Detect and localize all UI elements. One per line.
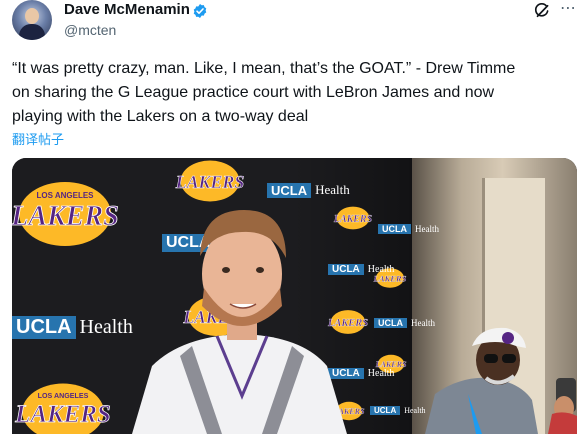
tweet-text: “It was pretty crazy, man. Like, I mean,…: [12, 60, 516, 125]
more-options-icon[interactable]: ⋯: [560, 1, 577, 17]
staff-figure: [425, 327, 538, 434]
bystander-figure: [548, 378, 577, 434]
ucla-box-text: UCLA: [12, 316, 76, 339]
verified-badge-icon: [193, 4, 207, 18]
ucla-health-mark: UCLA Health: [370, 406, 426, 415]
health-text: Health: [367, 264, 395, 275]
tweet-media-image[interactable]: LOS ANGELES LAKERS LAKERS LAKERS LAKERS …: [12, 158, 577, 434]
author-handle[interactable]: @mcten: [64, 22, 116, 38]
grok-icon[interactable]: [533, 2, 551, 20]
ucla-health-mark: UCLA Health: [378, 224, 439, 234]
author-name[interactable]: Dave McMenamin: [64, 1, 190, 18]
ucla-box-text: UCLA: [378, 224, 411, 234]
translate-post-link[interactable]: 翻译帖子: [12, 129, 64, 148]
author-avatar[interactable]: [12, 0, 52, 40]
ucla-box-text: UCLA: [374, 318, 407, 328]
player-figure: [132, 210, 347, 434]
lakers-logo: LOS ANGELES LAKERS: [14, 383, 111, 434]
logo-main-text: LAKERS: [175, 172, 245, 192]
lakers-logo: LOS ANGELES LAKERS: [12, 182, 119, 246]
avatar-head-shape: [25, 8, 39, 24]
avatar-body-shape: [19, 24, 45, 40]
ucla-health-mark: UCLA Health: [12, 316, 133, 339]
logo-main-text: LAKERS: [12, 201, 119, 232]
ucla-box-text: UCLA: [370, 406, 401, 415]
health-text: Health: [367, 368, 395, 379]
logo-main-text: LAKERS: [14, 401, 110, 428]
health-text: Health: [415, 224, 439, 234]
logo-top-text: LOS ANGELES: [38, 392, 89, 400]
logo-top-text: LOS ANGELES: [36, 191, 94, 200]
